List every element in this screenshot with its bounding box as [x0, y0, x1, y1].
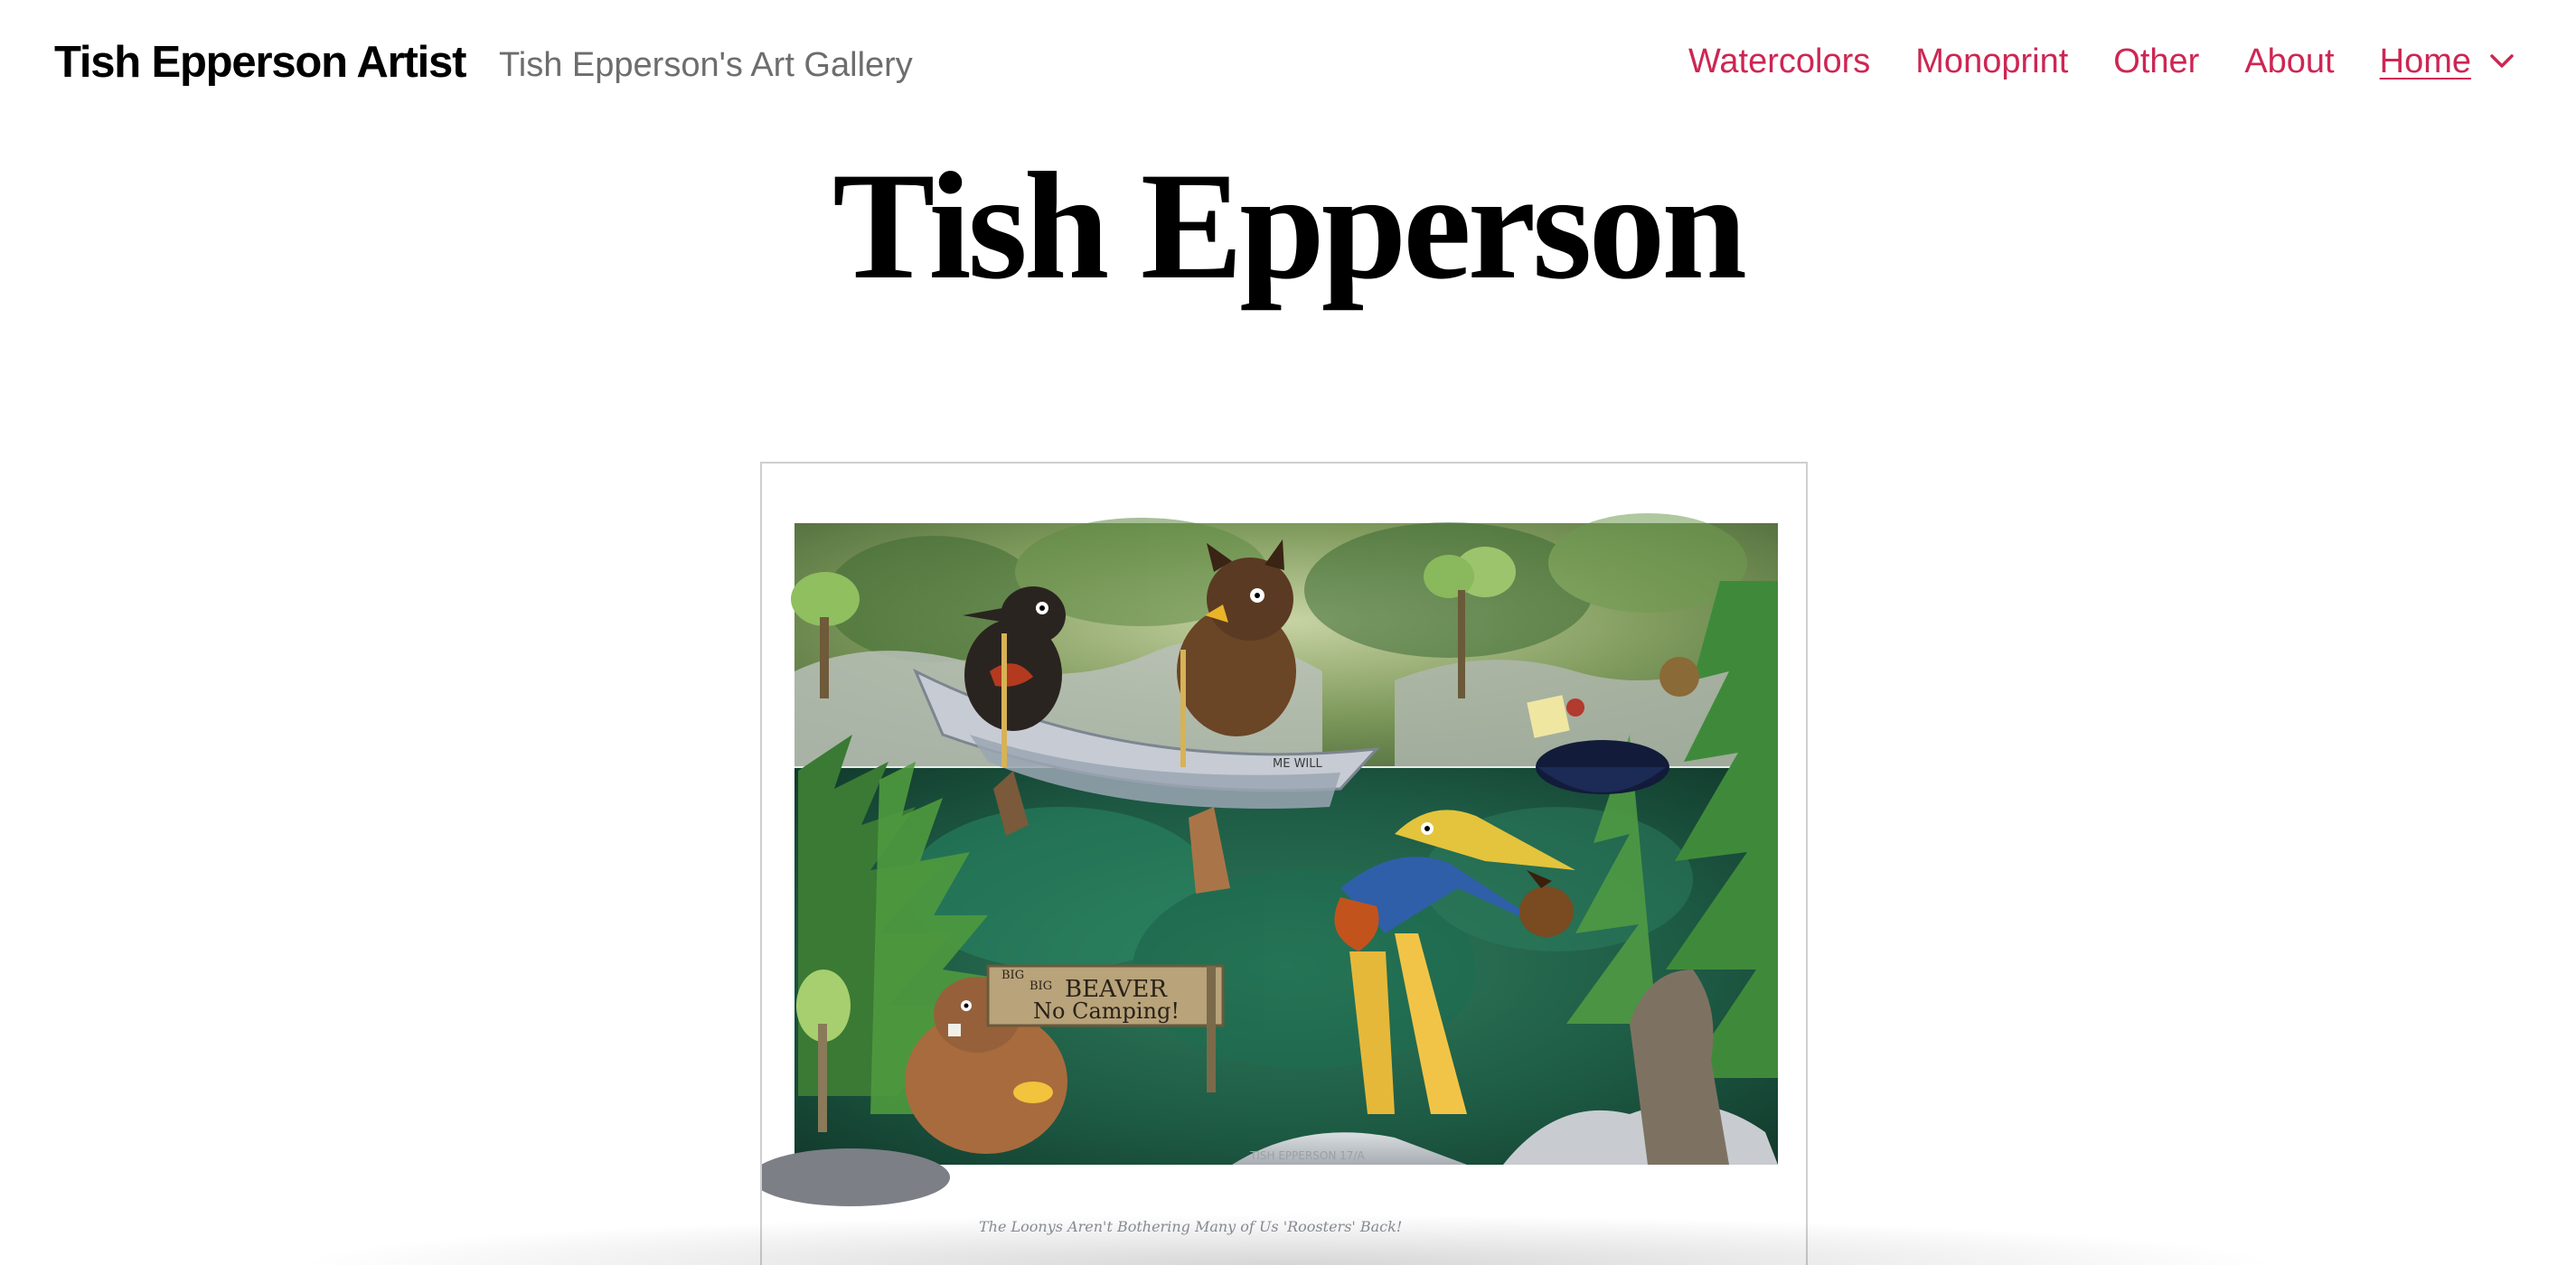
sign-line-1: BIG: [1001, 969, 1024, 982]
sign-line-2: BIG: [1029, 979, 1052, 993]
nav-item-home-group: Home: [2380, 36, 2520, 87]
page-title: Tish Epperson: [832, 141, 1747, 311]
nav-item-home[interactable]: Home: [2380, 36, 2471, 87]
chevron-down-icon[interactable]: [2484, 36, 2520, 87]
artwork-caption: The Loonys Aren't Bothering Many of Us '…: [979, 1218, 1402, 1235]
artwork-figure[interactable]: ME WILL BIG BIG BEAVER No Camping! TISH …: [760, 462, 1808, 1265]
site-header: Tish Epperson Artist Tish Epperson's Art…: [0, 0, 2576, 126]
canoe-label: ME WILL: [1273, 757, 1322, 771]
primary-nav: Watercolors Monoprint Other About Home: [1688, 36, 2520, 87]
site-description: Tish Epperson's Art Gallery: [499, 46, 913, 84]
sign-line-4: No Camping!: [1033, 998, 1180, 1024]
nav-item-about[interactable]: About: [2244, 36, 2334, 87]
site-title-link[interactable]: Tish Epperson Artist: [54, 34, 466, 90]
nav-item-monoprint[interactable]: Monoprint: [1915, 36, 2068, 87]
nav-item-watercolors[interactable]: Watercolors: [1688, 36, 1870, 87]
artwork-signature: TISH EPPERSON 17/A: [1249, 1149, 1365, 1162]
nav-item-other[interactable]: Other: [2113, 36, 2199, 87]
artwork-image: ME WILL BIG BIG BEAVER No Camping! TISH …: [762, 513, 1778, 1235]
